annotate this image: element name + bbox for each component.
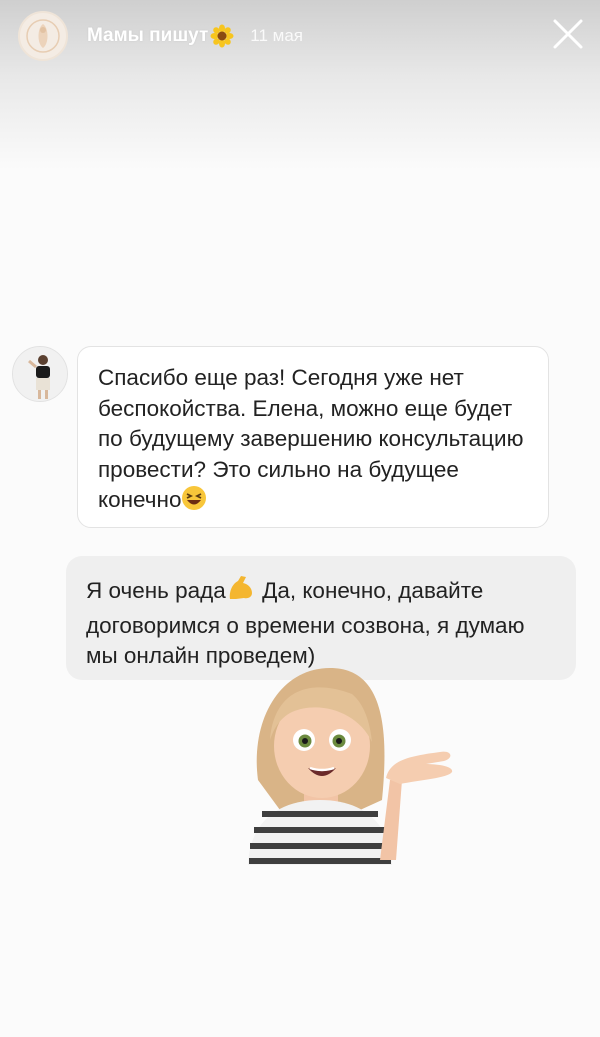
person-avatar-icon: [13, 347, 67, 401]
incoming-message-text: Спасибо еще раз! Сегодня уже нет беспоко…: [98, 365, 524, 512]
close-icon: [553, 19, 583, 49]
post-date: 11 мая: [250, 26, 304, 45]
outgoing-message-text-start: Я очень рада: [86, 578, 226, 603]
story-header: Мамы пишут 11 мая: [0, 0, 600, 72]
flexed-biceps-icon: [226, 572, 256, 611]
close-button[interactable]: [550, 16, 586, 52]
incoming-message-bubble: Спасибо еще раз! Сегодня уже нет беспоко…: [77, 346, 549, 528]
sender-avatar[interactable]: [12, 346, 68, 402]
laughing-face-icon: [181, 485, 207, 520]
leaf-wreath-icon: [26, 19, 60, 53]
memoji-presenting-icon: [248, 668, 453, 865]
channel-name[interactable]: Мамы пишут: [87, 25, 208, 47]
sunflower-icon: [210, 24, 234, 48]
channel-avatar[interactable]: [18, 11, 68, 61]
